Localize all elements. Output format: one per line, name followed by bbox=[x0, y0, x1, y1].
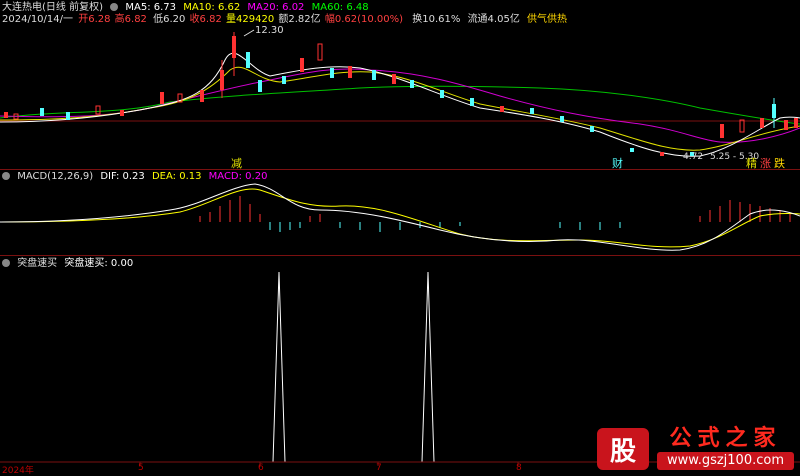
indicator-header: 突盘速买 突盘速买: 0.00 bbox=[2, 258, 137, 270]
x-tick-5: 5 bbox=[138, 463, 144, 473]
dif-label: DIF: 0.23 bbox=[100, 171, 145, 182]
x-tick-year: 2024年 bbox=[2, 466, 34, 476]
dif-line bbox=[0, 183, 800, 251]
macd-value-label: MACD: 0.20 bbox=[208, 171, 268, 182]
x-tick-8: 8 bbox=[516, 463, 522, 473]
ma60-line bbox=[0, 85, 800, 125]
peak-pointer bbox=[243, 29, 255, 37]
candlesticks bbox=[4, 32, 798, 156]
indicator-value: 突盘速买: 0.00 bbox=[64, 258, 134, 269]
x-tick-6: 6 bbox=[258, 463, 264, 473]
watermark-url: www.gszj100.com bbox=[656, 452, 794, 470]
macd-title[interactable]: MACD(12,26,9) bbox=[17, 171, 93, 182]
macd-header: MACD(12,26,9) DIF: 0.23 DEA: 0.13 MACD: … bbox=[2, 171, 271, 183]
dea-line bbox=[0, 188, 800, 248]
indicator-title[interactable]: 突盘速买 bbox=[17, 258, 57, 269]
indicator-settings-dot-icon[interactable] bbox=[2, 259, 10, 267]
dea-label: DEA: 0.13 bbox=[151, 171, 202, 182]
price-chart[interactable] bbox=[0, 0, 800, 170]
watermark: 股 公式之家 www.gszj100.com bbox=[596, 426, 794, 470]
macd-settings-dot-icon[interactable] bbox=[2, 172, 10, 180]
peak-annotation: 12.30 bbox=[255, 25, 284, 36]
panel-divider-1 bbox=[0, 169, 800, 170]
watermark-logo: 股 bbox=[596, 428, 649, 470]
macd-histogram bbox=[199, 196, 791, 232]
x-tick-7: 7 bbox=[376, 463, 382, 473]
ma5-line bbox=[0, 52, 800, 157]
watermark-title: 公式之家 bbox=[669, 426, 782, 451]
panel-divider-2 bbox=[0, 255, 800, 256]
low-annotation: 4.72 bbox=[683, 152, 704, 162]
